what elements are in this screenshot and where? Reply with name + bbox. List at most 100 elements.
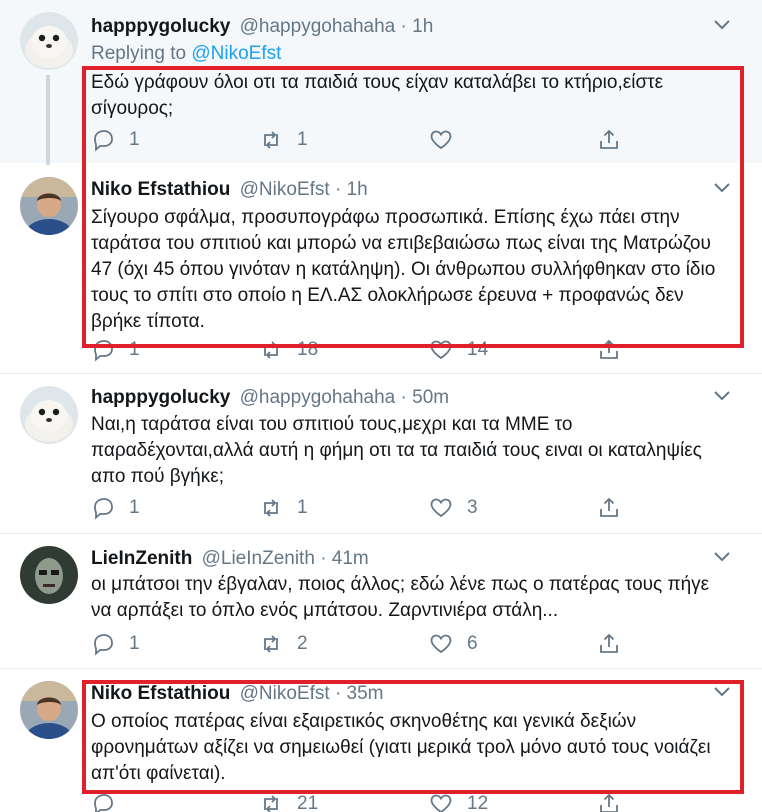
like-button[interactable]: 14 [429,338,488,362]
like-button[interactable]: 12 [429,792,488,812]
like-icon [429,496,453,520]
display-name[interactable]: happpygolucky [91,16,230,37]
like-icon [429,792,453,812]
avatar-niko-efstathiou[interactable] [20,177,78,235]
reply-button[interactable]: 1 [91,338,140,362]
separator-dot: · [334,683,342,704]
caret-down-icon[interactable] [714,183,730,199]
user-handle[interactable]: @NikoEfst [240,179,330,200]
user-handle[interactable]: @LieInZenith [202,548,315,569]
display-name[interactable]: Niko Efstathiou [91,683,230,704]
tweet-text: Σίγουρο σφάλμα, προσυπογράφω προσωπικά. … [91,207,716,332]
tweet-actions: 1 2 6 [91,632,651,658]
caret-down-icon[interactable] [714,391,730,407]
separator-dot: · [320,548,327,569]
user-handle[interactable]: @NikoEfst [240,683,330,704]
tweet-header: happpygolucky @happygohahaha · 1h [91,16,433,38]
share-button[interactable] [597,792,621,812]
seal-avatar-image [20,386,78,444]
retweet-button[interactable]: 21 [259,792,318,812]
share-button[interactable] [597,128,621,152]
like-button[interactable] [429,128,467,152]
like-icon [429,128,453,152]
reply-button[interactable]: 1 [91,128,140,152]
share-button[interactable] [597,338,621,362]
tweet-text: οι μπάτσοι την έβγαλαν, ποιος άλλος; εδώ… [91,574,710,621]
reply-icon [91,338,115,362]
share-icon [597,632,621,656]
retweet-count: 21 [297,793,319,812]
like-count: 12 [467,793,489,812]
tweet-actions: 1 1 [91,128,651,154]
caret-down-icon[interactable] [714,552,730,568]
dark-face-avatar-image [20,546,78,604]
timestamp[interactable]: 41m [332,548,369,569]
person-avatar-image [20,177,78,235]
tweet-actions: 1 1 3 [91,496,651,522]
tweet-1[interactable]: Niko Efstathiou @NikoEfst · 1h Σίγουρο σ… [0,165,762,370]
retweet-icon [259,496,283,520]
timestamp[interactable]: 1h [347,179,368,200]
retweet-button[interactable]: 1 [259,496,308,520]
retweet-button[interactable]: 18 [259,338,318,362]
retweet-count: 18 [297,339,319,360]
avatar-niko-efstathiou[interactable] [20,681,78,739]
timestamp[interactable]: 35m [347,683,384,704]
timestamp[interactable]: 50m [412,387,449,408]
tweet-2[interactable]: happpygolucky @happygohahaha · 50m Ναι,η… [0,374,762,524]
reply-icon [91,792,115,812]
replying-to-mention[interactable]: @NikoEfst [191,43,281,64]
like-count: 3 [467,497,478,518]
seal-avatar-image [20,12,78,70]
like-icon [429,632,453,656]
avatar-happpygolucky[interactable] [20,386,78,444]
replying-to: Replying to @NikoEfst [91,43,281,65]
like-count: 14 [467,339,489,360]
tweet-text: Ναι,η ταράτσα είναι του σπιτιού τους,μεχ… [91,414,702,487]
retweet-count: 1 [297,129,308,150]
like-count: 6 [467,633,478,654]
reply-button[interactable]: 1 [91,496,140,520]
tweet-3[interactable]: LieInZenith @LieInZenith · 41m οι μπάτσο… [0,534,762,664]
retweet-button[interactable]: 2 [259,632,308,656]
tweet-actions: 21 12 [91,792,651,812]
reply-button[interactable]: 1 [91,632,140,656]
avatar-lieinzenith[interactable] [20,546,78,604]
tweet-text: Ο οποίος πατέρας είναι εξαιρετικός σκηνο… [91,711,711,784]
separator-dot: · [400,387,407,408]
replying-to-label: Replying to [91,43,192,64]
separator-dot: · [400,16,407,37]
like-button[interactable]: 3 [429,496,478,520]
tweet-header: happpygolucky @happygohahaha · 50m [91,387,449,409]
reply-count: 1 [129,339,140,360]
reply-icon [91,128,115,152]
timestamp[interactable]: 1h [412,16,433,37]
display-name[interactable]: happpygolucky [91,387,230,408]
share-icon [597,338,621,362]
retweet-icon [259,128,283,152]
tweet-actions: 1 18 14 [91,338,651,364]
reply-icon [91,496,115,520]
share-icon [597,128,621,152]
share-icon [597,792,621,812]
tweet-header: LieInZenith @LieInZenith · 41m [91,548,369,570]
caret-down-icon[interactable] [714,687,730,703]
tweet-4[interactable]: Niko Efstathiou @NikoEfst · 35m Ο οποίος… [0,669,762,812]
share-button[interactable] [597,496,621,520]
retweet-icon [259,792,283,812]
user-handle[interactable]: @happygohahaha [240,16,396,37]
tweet-text: Εδώ γράφουν όλοι οτι τα παιδιά τους είχα… [91,72,664,119]
tweet-0[interactable]: happpygolucky @happygohahaha · 1h Replyi… [0,0,762,163]
display-name[interactable]: LieInZenith [91,548,192,569]
caret-down-icon[interactable] [714,20,730,36]
avatar-happpygolucky[interactable] [20,12,78,70]
reply-button[interactable] [91,792,129,812]
retweet-button[interactable]: 1 [259,128,308,152]
reply-count: 1 [129,497,140,518]
like-button[interactable]: 6 [429,632,478,656]
display-name[interactable]: Niko Efstathiou [91,179,230,200]
share-button[interactable] [597,632,621,656]
share-icon [597,496,621,520]
user-handle[interactable]: @happygohahaha [240,387,396,408]
like-icon [429,338,453,362]
